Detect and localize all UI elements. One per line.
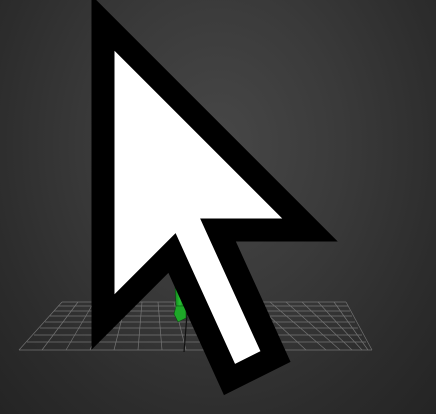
mouse-pointer-icon — [91, 0, 338, 396]
3d-viewport[interactable] — [0, 0, 436, 414]
